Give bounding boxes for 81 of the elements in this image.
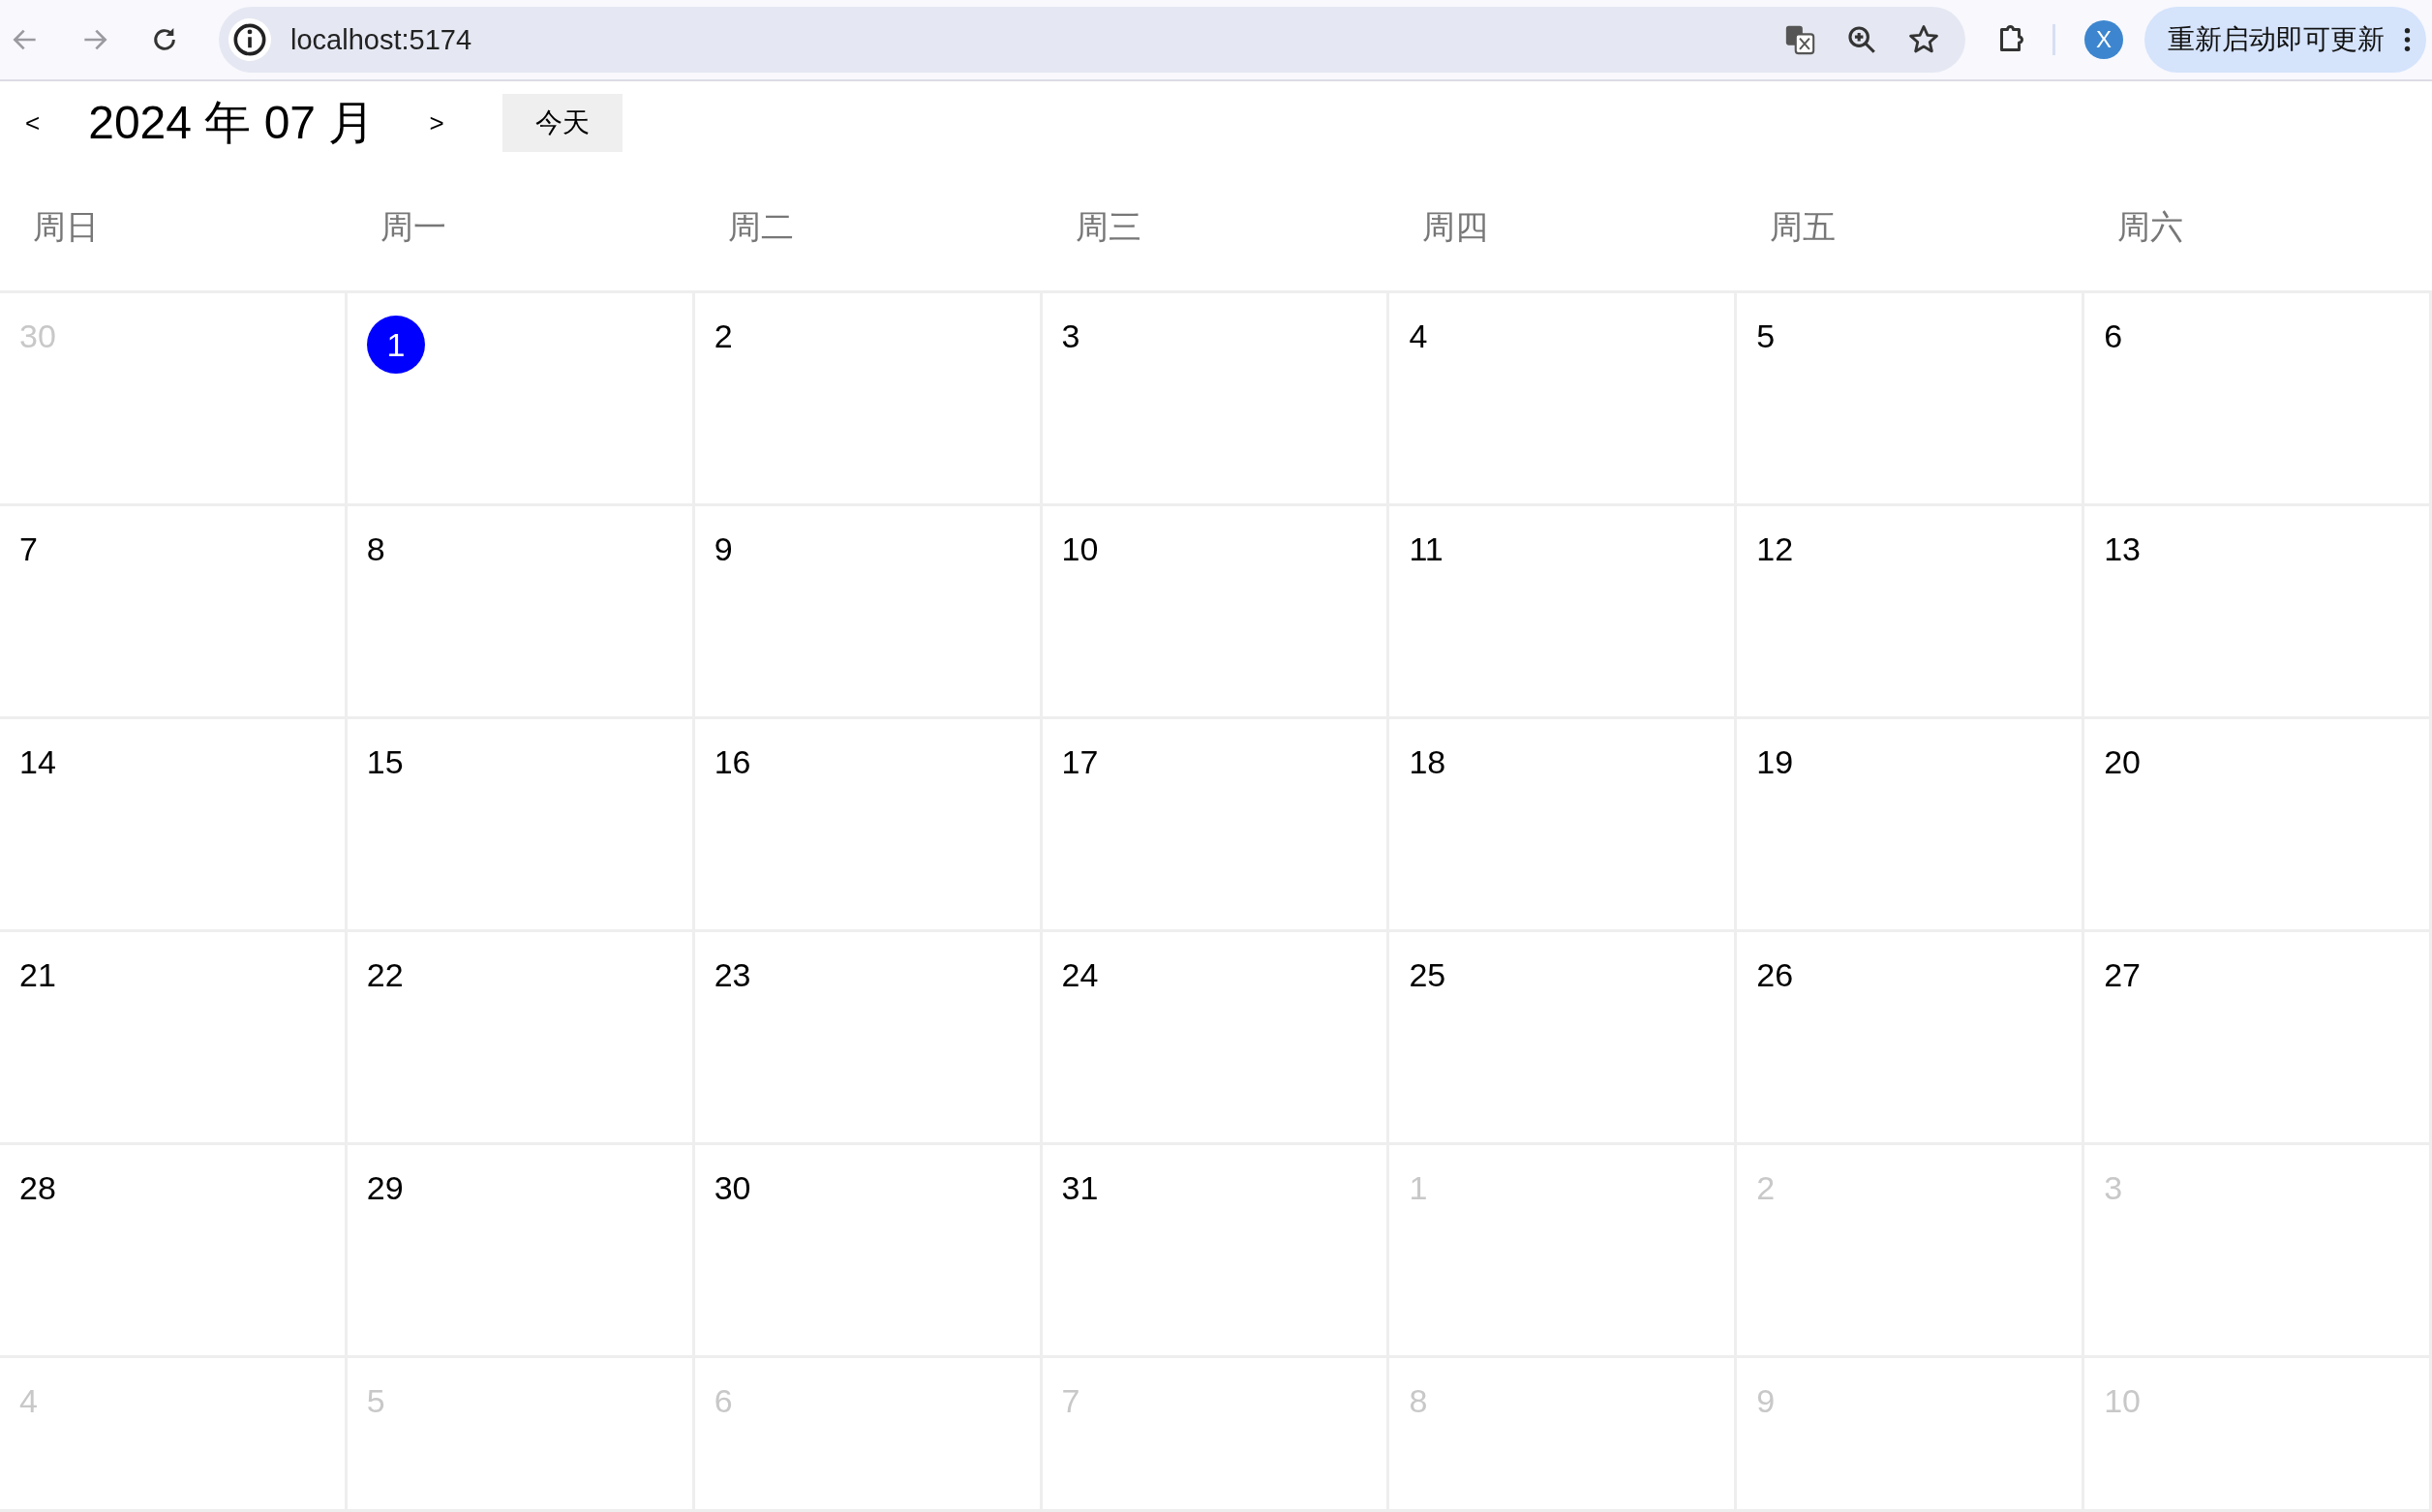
day-number: 8 bbox=[366, 529, 385, 568]
day-number: 16 bbox=[714, 742, 751, 781]
weekday-label: 周日 bbox=[33, 208, 99, 245]
day-number: 24 bbox=[1061, 955, 1099, 994]
zoom-in-icon[interactable] bbox=[1845, 23, 1878, 56]
day-cell[interactable]: 29 bbox=[347, 1145, 695, 1358]
day-number: 23 bbox=[714, 955, 751, 994]
day-cell[interactable]: 20 bbox=[2084, 719, 2432, 932]
day-cell[interactable]: 1 bbox=[347, 293, 695, 506]
day-number: 6 bbox=[2104, 317, 2123, 355]
weekday-label: 周三 bbox=[1075, 208, 1141, 245]
day-number: 17 bbox=[1061, 742, 1099, 781]
day-cell[interactable]: 30 bbox=[694, 1145, 1043, 1358]
day-cell[interactable]: 22 bbox=[347, 932, 695, 1145]
weekday-label: 周四 bbox=[1422, 208, 1489, 245]
day-number: 18 bbox=[1409, 742, 1446, 781]
day-cell[interactable]: 8 bbox=[347, 506, 695, 719]
day-number: 3 bbox=[1061, 317, 1080, 355]
day-number: 9 bbox=[714, 529, 733, 568]
day-number: 15 bbox=[366, 742, 404, 781]
update-button[interactable]: 重新启动即可更新 bbox=[2144, 7, 2426, 73]
today-button[interactable]: 今天 bbox=[502, 94, 623, 152]
day-number: 13 bbox=[2104, 529, 2141, 568]
day-cell[interactable]: 28 bbox=[0, 1145, 348, 1358]
day-number: 31 bbox=[1061, 1168, 1099, 1207]
day-cell[interactable]: 12 bbox=[1737, 506, 2085, 719]
day-number: 11 bbox=[1409, 529, 1444, 568]
day-cell[interactable]: 18 bbox=[1389, 719, 1738, 932]
day-cell[interactable]: 7 bbox=[0, 506, 348, 719]
next-month-button[interactable]: > bbox=[419, 104, 454, 142]
weekday-label: 周一 bbox=[380, 208, 446, 245]
day-number: 26 bbox=[1756, 955, 1794, 994]
day-cell[interactable]: 26 bbox=[1737, 932, 2085, 1145]
day-cell[interactable]: 23 bbox=[694, 932, 1043, 1145]
day-cell[interactable]: 27 bbox=[2084, 932, 2432, 1145]
translate-icon[interactable] bbox=[1783, 23, 1816, 56]
day-cell[interactable]: 31 bbox=[1042, 1145, 1390, 1358]
day-cell[interactable]: 4 bbox=[1389, 293, 1738, 506]
day-cell[interactable]: 17 bbox=[1042, 719, 1390, 932]
day-cell[interactable]: 2 bbox=[694, 293, 1043, 506]
info-icon[interactable] bbox=[228, 18, 271, 61]
day-number: 20 bbox=[2104, 742, 2141, 781]
day-number: 27 bbox=[2104, 955, 2141, 994]
day-cell[interactable]: 16 bbox=[694, 719, 1043, 932]
day-number: 25 bbox=[1409, 955, 1446, 994]
day-number: 10 bbox=[1061, 529, 1099, 568]
day-cell[interactable]: 15 bbox=[347, 719, 695, 932]
day-cell[interactable]: 14 bbox=[0, 719, 348, 932]
day-number: 29 bbox=[366, 1168, 404, 1207]
weekday-label: 周二 bbox=[727, 208, 794, 245]
day-number: 14 bbox=[19, 742, 56, 781]
day-number: 28 bbox=[19, 1168, 56, 1207]
day-number: 5 bbox=[1756, 317, 1776, 355]
profile-avatar[interactable]: X bbox=[2084, 20, 2123, 59]
day-number: 22 bbox=[366, 955, 404, 994]
day-number: 2 bbox=[714, 317, 733, 355]
url-text: localhost:5174 bbox=[290, 23, 472, 56]
weekday-label: 周五 bbox=[1770, 208, 1837, 245]
day-number: 12 bbox=[1756, 529, 1794, 568]
day-cell[interactable]: 25 bbox=[1389, 932, 1738, 1145]
day-number: 30 bbox=[714, 1168, 751, 1207]
address-bar[interactable]: localhost:5174 bbox=[219, 7, 1965, 73]
day-cell[interactable]: 21 bbox=[0, 932, 348, 1145]
selected-day-number: 1 bbox=[366, 316, 425, 374]
day-cell[interactable]: 19 bbox=[1737, 719, 2085, 932]
previous-month-button[interactable]: < bbox=[15, 104, 50, 142]
day-cell[interactable]: 3 bbox=[1042, 293, 1390, 506]
day-number: 21 bbox=[19, 955, 56, 994]
day-number: 19 bbox=[1756, 742, 1794, 781]
day-number: 4 bbox=[1409, 317, 1428, 355]
day-cell[interactable]: 9 bbox=[694, 506, 1043, 719]
day-cell[interactable]: 24 bbox=[1042, 932, 1390, 1145]
day-number: 7 bbox=[19, 529, 38, 568]
day-cell[interactable]: 10 bbox=[1042, 506, 1390, 719]
day-cell[interactable]: 13 bbox=[2084, 506, 2432, 719]
day-cell[interactable]: 11 bbox=[1389, 506, 1738, 719]
month-title: 2024 年 07 月 bbox=[88, 96, 376, 150]
more-icon[interactable] bbox=[2404, 26, 2411, 53]
day-cell[interactable]: 5 bbox=[1737, 293, 2085, 506]
weekday-label: 周六 bbox=[2117, 208, 2184, 245]
day-cell[interactable]: 6 bbox=[2084, 293, 2432, 506]
